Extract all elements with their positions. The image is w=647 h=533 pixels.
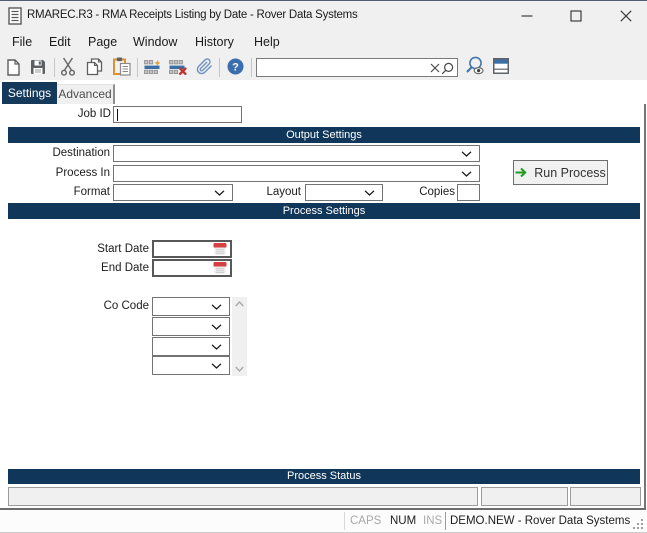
attach-icon[interactable]: [196, 57, 213, 76]
help-icon[interactable]: ?: [227, 58, 244, 75]
svg-text:?: ?: [232, 61, 239, 73]
titlebar: RMAREC.R3 - RMA Receipts Listing by Date…: [0, 1, 647, 30]
copy-icon[interactable]: [86, 58, 103, 76]
co-code-select-1[interactable]: [152, 297, 230, 316]
statusbar-separator: [344, 512, 345, 530]
co-code-select-3[interactable]: [152, 337, 230, 356]
copies-label: Copies: [419, 186, 455, 198]
menu-window[interactable]: Window: [133, 30, 177, 55]
menu-history[interactable]: History: [195, 30, 234, 55]
scroll-down-icon[interactable]: [235, 366, 244, 372]
document-icon: [8, 7, 22, 30]
copies-input[interactable]: [457, 184, 480, 201]
calendar-icon: [213, 243, 227, 255]
run-process-label: Run Process: [534, 165, 606, 180]
co-code-select-4[interactable]: [152, 356, 230, 375]
num-indicator: NUM: [390, 515, 417, 527]
cut-icon[interactable]: [60, 57, 76, 76]
resize-grip[interactable]: [631, 517, 645, 531]
toolbar: ?: [0, 55, 647, 80]
destination-select[interactable]: [113, 145, 480, 162]
preview-icon[interactable]: [465, 56, 485, 76]
format-label: Format: [73, 186, 110, 198]
status-bar: CAPS NUM INS DEMO.NEW - Rover Data Syste…: [0, 510, 647, 532]
menu-file[interactable]: File: [12, 30, 32, 55]
maximize-icon: [569, 9, 582, 22]
menu-edit[interactable]: Edit: [49, 30, 71, 55]
process-in-label: Process In: [55, 167, 110, 179]
co-code-scrollbar[interactable]: [232, 297, 247, 376]
start-date-label: Start Date: [97, 243, 149, 255]
run-arrow-icon: [515, 167, 527, 178]
toolbar-separator: [251, 58, 252, 77]
window-title: RMAREC.R3 - RMA Receipts Listing by Date…: [27, 9, 358, 21]
layout-select[interactable]: [305, 184, 383, 201]
clear-search-icon[interactable]: [430, 63, 440, 73]
tab-advanced[interactable]: Advanced: [57, 84, 115, 104]
delete-row-icon[interactable]: [169, 60, 187, 76]
end-date-input[interactable]: [152, 259, 232, 277]
section-process-settings: Process Settings: [8, 203, 640, 219]
run-process-button[interactable]: Run Process: [513, 160, 608, 185]
text-caret: [117, 109, 118, 121]
ins-indicator: INS: [423, 515, 443, 527]
menu-help[interactable]: Help: [254, 30, 280, 55]
form-panel: Job ID Output Settings Destination Proce…: [0, 104, 646, 510]
add-row-icon[interactable]: [144, 60, 161, 74]
close-icon: [619, 9, 632, 22]
end-date-label: End Date: [101, 262, 149, 274]
caps-indicator: CAPS: [350, 515, 382, 527]
process-status-field-3: [570, 487, 641, 506]
co-code-select-2[interactable]: [152, 317, 230, 336]
job-id-input[interactable]: [113, 106, 242, 123]
scroll-up-icon[interactable]: [235, 301, 244, 307]
toolbar-separator: [54, 58, 55, 77]
menu-page[interactable]: Page: [88, 30, 117, 55]
new-document-icon[interactable]: [7, 59, 20, 76]
minimize-icon: [521, 14, 532, 17]
co-code-label: Co Code: [103, 300, 149, 312]
toolbar-separator: [137, 58, 138, 77]
calendar-icon: [213, 262, 227, 274]
paste-icon[interactable]: [113, 57, 131, 76]
start-date-input[interactable]: [152, 240, 232, 258]
statusbar-message: DEMO.NEW - Rover Data Systems: [450, 515, 631, 527]
app-window: RMAREC.R3 - RMA Receipts Listing by Date…: [0, 0, 647, 533]
statusbar-separator: [445, 512, 446, 530]
process-status-field-2: [481, 487, 568, 506]
process-in-select[interactable]: [113, 165, 480, 182]
save-icon[interactable]: [30, 59, 46, 75]
browse-layout-icon[interactable]: [493, 58, 509, 74]
process-status-field-1: [8, 487, 478, 506]
close-button[interactable]: [603, 1, 647, 30]
minimize-button[interactable]: [504, 1, 549, 30]
section-process-status: Process Status: [8, 469, 640, 484]
search-box: [256, 58, 458, 77]
layout-label: Layout: [266, 186, 301, 198]
section-output-settings: Output Settings: [8, 127, 640, 143]
job-id-label: Job ID: [77, 108, 111, 120]
search-icon[interactable]: [441, 62, 454, 75]
destination-label: Destination: [52, 147, 110, 159]
toolbar-separator: [219, 58, 220, 77]
search-input[interactable]: [259, 59, 425, 76]
menu-bar: File Edit Page Window History Help: [0, 30, 647, 55]
tab-settings[interactable]: Settings: [2, 82, 57, 104]
maximize-button[interactable]: [553, 1, 598, 30]
